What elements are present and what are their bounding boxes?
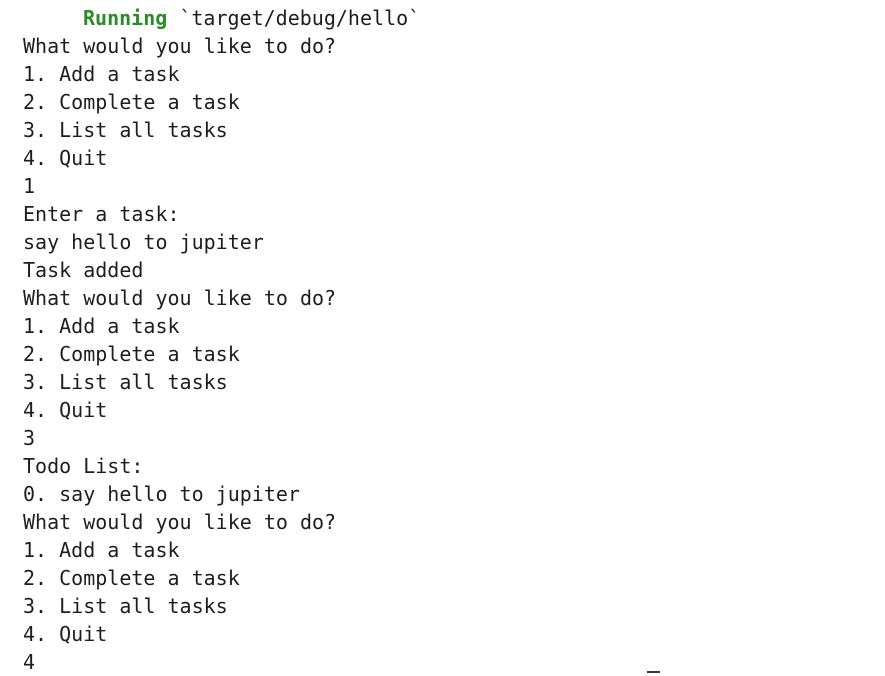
user-input-line: say hello to jupiter [23, 230, 264, 254]
menu-option-quit: 4. Quit [23, 622, 108, 646]
running-binary-path: `target/debug/hello` [167, 6, 421, 30]
user-input-line: 1 [23, 174, 36, 198]
menu-option-list: 3. List all tasks [23, 118, 228, 142]
enter-task-prompt: Enter a task: [23, 202, 180, 226]
menu-option-list: 3. List all tasks [23, 594, 228, 618]
terminal-output[interactable]: Running `target/debug/hello` What would … [0, 0, 885, 676]
menu-option-add: 1. Add a task [23, 538, 180, 562]
menu-option-add: 1. Add a task [23, 62, 180, 86]
menu-option-complete: 2. Complete a task [23, 342, 240, 366]
menu-option-list: 3. List all tasks [23, 370, 228, 394]
text-cursor [647, 671, 660, 673]
user-input-line: 4 [23, 650, 36, 674]
running-status-word: Running [83, 6, 168, 30]
prompt-line: What would you like to do? [23, 286, 337, 310]
user-input-line: 3 [23, 426, 36, 450]
todo-list-heading: Todo List: [23, 454, 144, 478]
prompt-line: What would you like to do? [23, 510, 337, 534]
menu-option-add: 1. Add a task [23, 314, 180, 338]
menu-option-complete: 2. Complete a task [23, 566, 240, 590]
menu-option-complete: 2. Complete a task [23, 90, 240, 114]
cargo-running-line: Running `target/debug/hello` [23, 4, 885, 32]
todo-list-item: 0. say hello to jupiter [23, 482, 300, 506]
prompt-line: What would you like to do? [23, 34, 337, 58]
menu-option-quit: 4. Quit [23, 146, 108, 170]
menu-option-quit: 4. Quit [23, 398, 108, 422]
task-added-message: Task added [23, 258, 144, 282]
